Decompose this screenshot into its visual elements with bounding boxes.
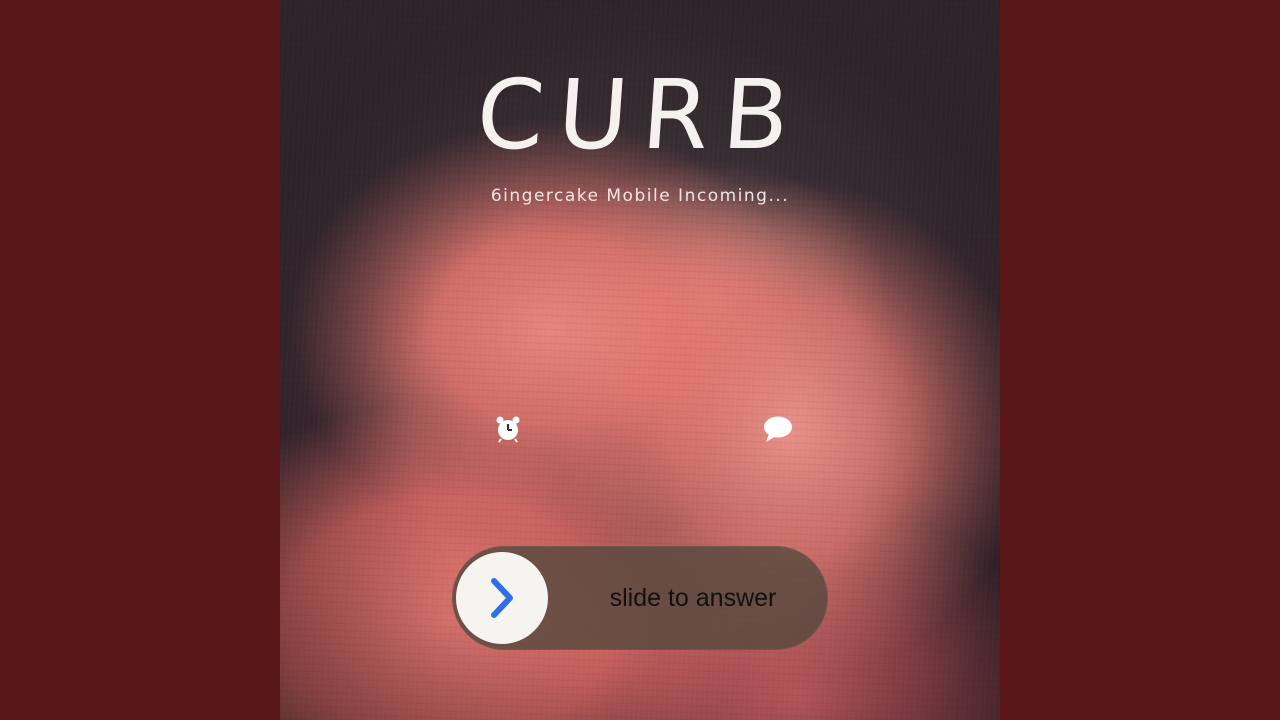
speech-bubble-icon[interactable]	[762, 414, 794, 444]
incoming-call-caption: 6ingercake Mobile Incoming...	[490, 186, 790, 206]
backdrop: CURB 6ingercake Mobile Incoming... slide…	[0, 0, 1280, 720]
alarm-clock-icon[interactable]	[493, 414, 523, 444]
cover-title: CURB	[473, 59, 807, 171]
slider-label: slide to answer	[609, 584, 777, 612]
album-cover: CURB 6ingercake Mobile Incoming... slide…	[280, 0, 1000, 720]
slider-knob[interactable]	[456, 552, 548, 644]
chevron-right-icon	[491, 578, 513, 618]
slide-to-answer-slider[interactable]: slide to answer	[452, 546, 828, 650]
